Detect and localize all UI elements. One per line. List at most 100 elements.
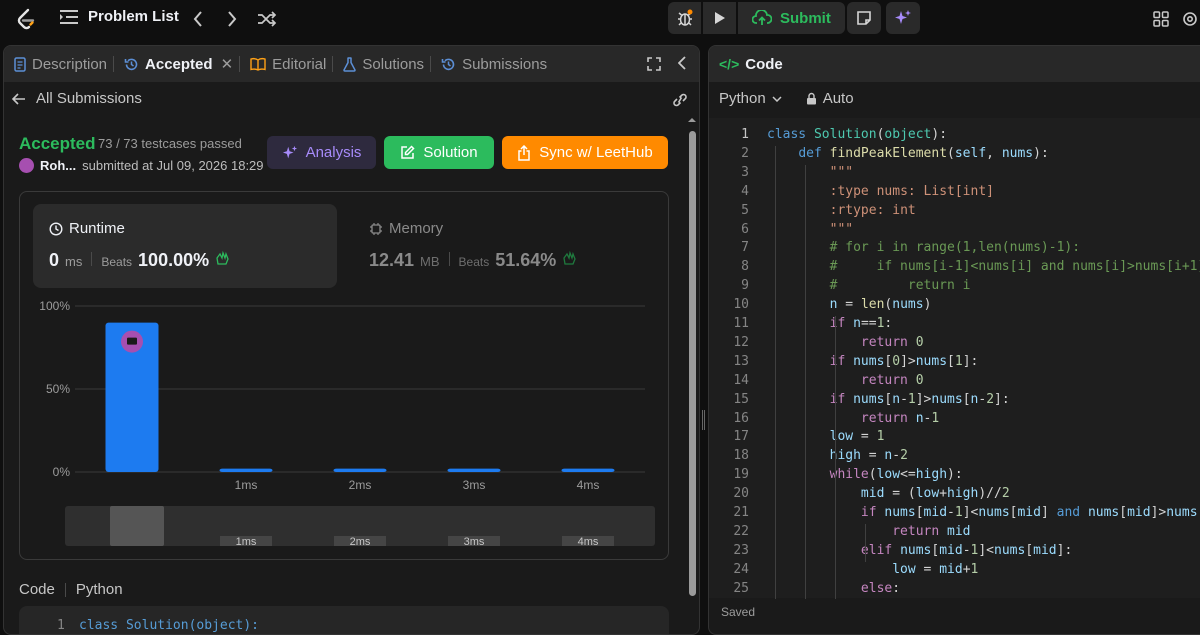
submission-panel: Description Accepted ✕ Editorial Solutio… <box>3 45 700 635</box>
code-line[interactable]: def findPeakElement(self, nums): <box>767 146 1048 161</box>
runtime-distribution-chart[interactable]: 100% 50% 0% 1ms 2ms 3ms 4ms 1ms 2ms 3ms 4ms <box>20 292 670 562</box>
code-line[interactable]: n = len(nums) <box>767 297 932 312</box>
code-line[interactable]: if nums[0]>nums[1]: <box>767 354 979 369</box>
layout-icon[interactable] <box>1150 8 1172 30</box>
line-number: 17 <box>733 429 749 445</box>
collapse-panel-icon[interactable] <box>677 56 686 75</box>
leetcode-logo-icon[interactable] <box>14 7 38 31</box>
editor-toolbar: Python Auto <box>719 90 854 107</box>
code-line[interactable]: high = n-2 <box>767 448 908 463</box>
code-line[interactable]: else: <box>767 581 900 596</box>
username[interactable]: Roh... <box>40 158 76 173</box>
bar <box>447 468 501 472</box>
runtime-label: Runtime <box>69 220 125 237</box>
code-line[interactable]: :rtype: int <box>767 203 916 218</box>
runtime-stat[interactable]: Runtime 0 ms Beats 100.00% <box>33 204 337 288</box>
tab-solutions-label: Solutions <box>362 55 425 73</box>
analysis-button[interactable]: Analysis <box>267 136 376 169</box>
solution-button[interactable]: Solution <box>384 136 494 169</box>
next-problem-icon[interactable] <box>222 8 242 30</box>
code-language: Python <box>75 581 123 598</box>
submitted-code-preview[interactable]: 1 class Solution(object): <box>19 606 669 634</box>
submitter-row: Roh... submitted at Jul 09, 2026 18:29 <box>19 158 264 173</box>
code-line[interactable]: while(low<=high): <box>767 467 963 482</box>
runtime-value: 0 <box>49 250 60 270</box>
line-number: 24 <box>733 561 749 577</box>
sync-leethub-button[interactable]: Sync w/ LeetHub <box>502 136 668 169</box>
code-line[interactable]: # for i in range(1,len(nums)-1): <box>767 240 1080 255</box>
tab-accepted[interactable]: Accepted ✕ <box>114 46 233 82</box>
code-line[interactable]: if nums[mid-1]<nums[mid] and nums[mid]>n… <box>767 505 1200 520</box>
panel-resize-handle[interactable] <box>702 410 705 430</box>
code-line[interactable]: return 0 <box>767 335 924 350</box>
language-select[interactable]: Python <box>719 90 782 107</box>
tab-editorial[interactable]: Editorial <box>240 46 326 82</box>
fullscreen-icon[interactable] <box>647 57 661 76</box>
runtime-title: Runtime <box>49 220 125 237</box>
prev-problem-icon[interactable] <box>188 8 208 30</box>
avatar[interactable] <box>19 158 34 173</box>
line-number: 11 <box>733 316 749 331</box>
tab-description[interactable]: Description <box>4 46 107 82</box>
code-line[interactable]: mid = (low+high)//2 <box>767 486 1010 501</box>
sync-leethub-label: Sync w/ LeetHub <box>539 144 653 161</box>
problem-list-label: Problem List <box>88 8 179 25</box>
avatar-marker-screen <box>127 337 137 345</box>
left-tab-bar: Description Accepted ✕ Editorial Solutio… <box>4 46 699 82</box>
memory-value: 12.41 <box>369 250 415 270</box>
notes-button[interactable] <box>847 2 881 34</box>
tab-submissions[interactable]: Submissions <box>431 46 547 82</box>
code-line[interactable]: :type nums: List[int] <box>767 184 994 199</box>
debug-button[interactable] <box>668 2 701 34</box>
line-number: 1 <box>57 618 65 633</box>
code-line[interactable]: return mid <box>767 524 970 539</box>
run-button[interactable] <box>703 2 736 34</box>
submit-button[interactable]: Submit <box>738 2 845 34</box>
code-line[interactable]: if nums[n-1]>nums[n-2]: <box>767 392 1010 407</box>
scrollbar-thumb[interactable] <box>689 131 696 596</box>
status-accepted: Accepted <box>19 134 96 153</box>
all-submissions-link[interactable]: All Submissions <box>12 90 142 107</box>
tab-editorial-label: Editorial <box>272 55 327 73</box>
code-line[interactable]: class Solution(object): <box>767 127 947 142</box>
tab-code[interactable]: </> Code <box>709 46 783 82</box>
scroll-up-icon[interactable] <box>687 116 697 124</box>
lock-icon <box>806 92 816 105</box>
x-tick-label: 1ms <box>235 478 258 492</box>
indent-guide <box>865 523 866 562</box>
tab-solutions[interactable]: Solutions <box>333 46 424 82</box>
code-icon: </> <box>719 56 740 72</box>
auto-mode[interactable]: Auto <box>806 90 854 107</box>
code-line[interactable]: if n==1: <box>767 316 893 331</box>
problem-list-button[interactable]: Problem List <box>60 8 179 25</box>
share-link-icon[interactable] <box>671 92 689 113</box>
bug-icon <box>677 9 692 26</box>
memory-stat[interactable]: Memory 12.41 MB Beats 51.64% <box>353 204 657 288</box>
line-number: 10 <box>733 297 749 313</box>
close-tab-icon[interactable]: ✕ <box>221 55 234 73</box>
code-line[interactable]: low = 1 <box>767 429 885 444</box>
shuffle-icon[interactable] <box>256 8 278 30</box>
code-line[interactable]: # if nums[i-1]<nums[i] and nums[i]>nums[… <box>767 259 1200 274</box>
line-number: 6 <box>741 221 749 237</box>
code-line[interactable]: """ <box>767 165 853 180</box>
divider <box>64 582 66 597</box>
settings-icon[interactable] <box>1180 8 1200 30</box>
ai-assistant-button[interactable] <box>886 2 920 34</box>
code-editor[interactable]: 1 class Solution(object): 2 def findPeakEl… <box>709 118 1200 600</box>
code-line[interactable]: # return i <box>767 278 971 293</box>
code-line[interactable]: return n-1 <box>767 411 939 426</box>
line-number: 20 <box>733 486 749 502</box>
saved-status: Saved <box>721 605 756 619</box>
code-line[interactable]: """ <box>767 222 853 237</box>
book-icon <box>250 58 266 71</box>
code-line[interactable]: low = mid+1 <box>767 562 978 577</box>
runtime-unit: ms <box>65 254 83 269</box>
beats-label: Beats <box>458 255 490 269</box>
code-editor-panel: </> Code Python Auto 1 class Solution(obj… <box>708 45 1200 635</box>
line-number: 12 <box>733 334 749 350</box>
code-line[interactable]: elif nums[mid-1]<nums[mid]: <box>767 543 1072 558</box>
arrow-left-icon <box>12 92 25 105</box>
code-line[interactable]: return 0 <box>767 373 924 388</box>
indent-guide <box>835 486 836 600</box>
